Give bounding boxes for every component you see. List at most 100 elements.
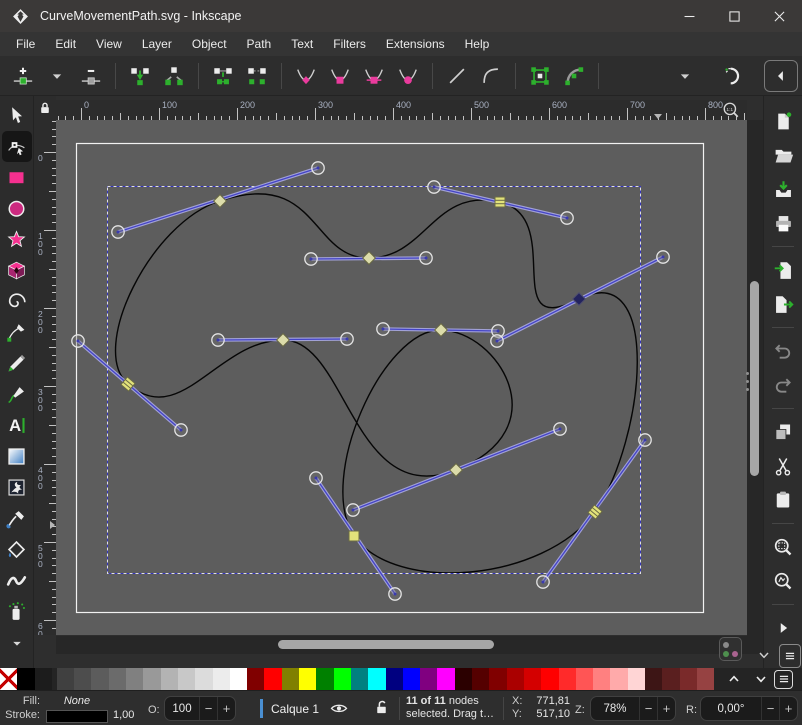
horizontal-scrollbar-thumb[interactable] [278, 640, 494, 649]
stroke-to-path-button[interactable] [557, 61, 591, 91]
palette-swatch[interactable] [628, 668, 645, 690]
opacity-value[interactable]: 100 [165, 697, 199, 720]
open-document-button[interactable] [768, 140, 798, 170]
new-document-button[interactable] [768, 106, 798, 136]
menu-edit[interactable]: Edit [45, 34, 86, 54]
join-nodes-button[interactable] [123, 61, 157, 91]
show-dialogs-button[interactable] [768, 613, 798, 643]
palette-swatch[interactable] [541, 668, 558, 690]
box-3d-tool[interactable] [2, 255, 32, 286]
node-tool[interactable] [2, 131, 32, 162]
duplicate-button[interactable] [768, 417, 798, 447]
zoom-1-1-icon[interactable]: 1:1 [722, 101, 742, 121]
palette-swatch[interactable] [178, 668, 195, 690]
save-document-button[interactable] [768, 174, 798, 204]
calligraphy-tool[interactable] [2, 379, 32, 410]
snapping-toggle[interactable] [716, 61, 750, 91]
palette-swatch[interactable] [126, 668, 143, 690]
delete-segment-button[interactable] [240, 61, 274, 91]
minimize-button[interactable] [667, 0, 712, 32]
menu-view[interactable]: View [86, 34, 132, 54]
palette-swatch[interactable] [195, 668, 212, 690]
ruler-lock-corner[interactable] [34, 96, 56, 120]
palette-swatch[interactable] [507, 668, 524, 690]
make-smooth-node-button[interactable] [323, 61, 357, 91]
zoom-decrease-button[interactable]: − [639, 697, 657, 720]
tweak-tool[interactable] [2, 565, 32, 596]
palette-swatch[interactable] [559, 668, 576, 690]
make-auto-smooth-node-button[interactable] [391, 61, 425, 91]
cut-button[interactable] [768, 451, 798, 481]
gradient-tool[interactable] [2, 441, 32, 472]
horizontal-scrollbar[interactable] [56, 636, 747, 654]
layer-visibility-toggle[interactable] [330, 699, 348, 717]
palette-swatch[interactable] [316, 668, 333, 690]
object-to-path-button[interactable] [523, 61, 557, 91]
palette-swatch[interactable] [57, 668, 74, 690]
palette-swatch[interactable] [74, 668, 91, 690]
palette-swatch[interactable] [455, 668, 472, 690]
palette-swatch[interactable] [17, 668, 34, 690]
redo-button[interactable] [768, 370, 798, 400]
palette-swatch[interactable] [161, 668, 178, 690]
canvas[interactable] [56, 120, 747, 635]
palette-swatch[interactable] [368, 668, 385, 690]
menu-object[interactable]: Object [182, 34, 237, 54]
import-image-button[interactable] [768, 255, 798, 285]
zoom-value[interactable]: 78% [591, 697, 639, 720]
paint-bucket-tool[interactable] [2, 534, 32, 565]
palette-swatch[interactable] [0, 668, 17, 690]
palette-swatch[interactable] [403, 668, 420, 690]
dock-resize-grip[interactable] [743, 369, 751, 393]
palette-swatch[interactable] [680, 668, 697, 690]
commands-bar-menu-button[interactable] [779, 644, 801, 668]
delete-node-button[interactable] [74, 61, 108, 91]
make-corner-node-button[interactable] [289, 61, 323, 91]
opacity-spinner[interactable]: 100 − + [164, 696, 236, 721]
rotation-spinner[interactable]: 0,00° − + [700, 696, 798, 721]
zoom-to-drawing-button[interactable] [768, 566, 798, 596]
palette-swatch[interactable] [282, 668, 299, 690]
palette-swatch[interactable] [109, 668, 126, 690]
palette-scroll-up-button[interactable] [720, 669, 747, 689]
mesh-gradient-tool[interactable] [2, 472, 32, 503]
rotation-value[interactable]: 0,00° [701, 697, 761, 720]
export-image-button[interactable] [768, 289, 798, 319]
palette-scroll-down-button[interactable] [747, 669, 774, 689]
stroke-width-value[interactable]: 1,00 [113, 709, 134, 721]
break-nodes-button[interactable] [157, 61, 191, 91]
fill-value[interactable]: None [46, 695, 108, 707]
palette-swatch[interactable] [213, 668, 230, 690]
palette-swatch[interactable] [230, 668, 247, 690]
join-with-segment-button[interactable] [206, 61, 240, 91]
palette-swatch[interactable] [437, 668, 454, 690]
more-tools-dropdown[interactable] [2, 627, 32, 658]
palette-swatch[interactable] [524, 668, 541, 690]
palette-menu-button[interactable] [774, 670, 793, 689]
spray-tool[interactable] [2, 596, 32, 627]
commands-bar-collapse-chevron[interactable] [756, 647, 774, 665]
palette-swatch[interactable] [299, 668, 316, 690]
collapse-dialogs-button[interactable] [764, 60, 798, 92]
palette-swatch[interactable] [489, 668, 506, 690]
nodes-menu-dropdown[interactable] [668, 61, 702, 91]
stroke-color-swatch[interactable] [46, 710, 108, 723]
palette-swatch[interactable] [334, 668, 351, 690]
menu-text[interactable]: Text [281, 34, 323, 54]
zoom-increase-button[interactable]: + [657, 697, 675, 720]
maximize-button[interactable] [712, 0, 757, 32]
palette-swatch[interactable] [420, 668, 437, 690]
make-curve-segment-button[interactable] [474, 61, 508, 91]
zoom-spinner[interactable]: 78% − + [590, 696, 676, 721]
color-management-toggle[interactable] [719, 637, 742, 661]
vertical-scrollbar-thumb[interactable] [750, 281, 759, 476]
paste-button[interactable] [768, 485, 798, 515]
opacity-increase-button[interactable]: + [217, 697, 235, 720]
menu-extensions[interactable]: Extensions [376, 34, 455, 54]
rotation-decrease-button[interactable]: − [761, 697, 779, 720]
opacity-decrease-button[interactable]: − [199, 697, 217, 720]
make-line-segment-button[interactable] [440, 61, 474, 91]
ellipse-tool[interactable] [2, 193, 32, 224]
horizontal-ruler[interactable]: 0100200300400500600700800 [56, 100, 747, 120]
dropper-tool[interactable] [2, 503, 32, 534]
